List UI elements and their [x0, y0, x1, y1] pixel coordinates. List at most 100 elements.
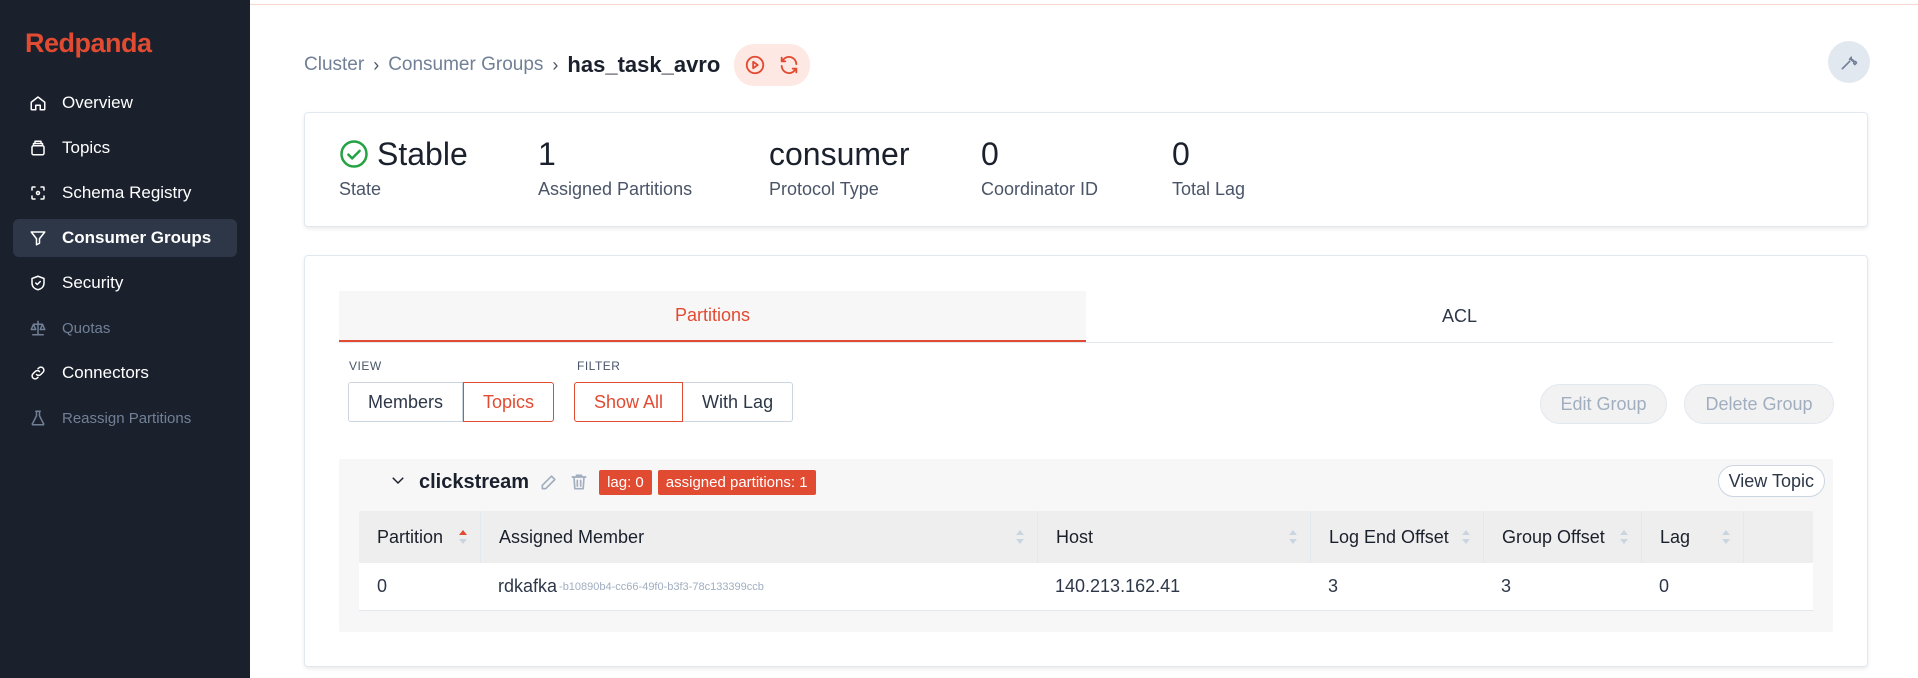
view-toggle: Members Topics — [348, 382, 555, 422]
cell-group-offset: 3 — [1501, 576, 1512, 596]
column-host[interactable]: Host — [1037, 511, 1310, 563]
cell-lag: 0 — [1659, 576, 1670, 596]
pencil-icon[interactable] — [539, 472, 559, 492]
sidebar-item-label: Quotas — [62, 319, 111, 337]
breadcrumb-cluster[interactable]: Cluster — [304, 54, 364, 76]
assigned-partitions-label: Assigned Partitions — [538, 179, 693, 200]
schema-icon — [28, 183, 48, 203]
sidebar-item-security[interactable]: Security — [13, 264, 237, 302]
sidebar: Redpanda Overview Topics Schema Registry… — [0, 0, 250, 678]
view-members-button[interactable]: Members — [348, 382, 464, 422]
column-assigned-member[interactable]: Assigned Member — [480, 511, 1037, 563]
stat-assigned-partitions: 1 Assigned Partitions — [538, 135, 692, 200]
header-actions — [734, 44, 811, 86]
column-label: Group Offset — [1502, 526, 1605, 547]
column-label: Host — [1056, 526, 1094, 547]
table-header: Partition Assigned Member Host Log End O… — [359, 511, 1813, 563]
lag-badge: lag: 0 — [599, 469, 652, 495]
topic-panel: clickstream lag: 0 assigned partitions: … — [339, 459, 1833, 632]
wrench-icon — [1841, 56, 1858, 70]
column-label: Partition — [377, 526, 444, 547]
stat-coordinator-id: 0 Coordinator ID — [981, 135, 1098, 200]
home-icon — [28, 93, 48, 113]
page-title: has_task_avro — [567, 52, 721, 77]
filter-with-lag-button[interactable]: With Lag — [683, 382, 794, 422]
top-border — [250, 0, 1918, 5]
assigned-partitions-badge: assigned partitions: 1 — [657, 469, 816, 495]
sidebar-nav: Overview Topics Schema Registry Consumer… — [13, 84, 237, 444]
column-label: Lag — [1660, 526, 1691, 547]
beaker-icon — [28, 408, 48, 428]
cell-host: 140.213.162.41 — [1055, 576, 1181, 596]
filter-show-all-button[interactable]: Show All — [574, 382, 684, 422]
column-log-end-offset[interactable]: Log End Offset — [1310, 511, 1483, 563]
tab-acl[interactable]: ACL — [1086, 291, 1833, 342]
sort-icon — [1619, 529, 1629, 545]
column-label: Log End Offset — [1329, 526, 1449, 547]
sidebar-item-consumer-groups[interactable]: Consumer Groups — [13, 219, 237, 257]
assigned-partitions-value: 1 — [538, 136, 556, 172]
breadcrumb: Cluster › Consumer Groups › has_task_avr… — [304, 44, 811, 86]
check-circle-icon — [339, 139, 369, 169]
sort-icon — [1461, 529, 1471, 545]
brand-logo[interactable]: Redpanda — [25, 28, 152, 59]
chevron-down-icon[interactable] — [389, 471, 407, 494]
delete-group-button[interactable]: Delete Group — [1684, 384, 1834, 424]
chevron-right-icon: › — [373, 54, 380, 75]
cell-assigned-member: rdkafka -b10890b4-cc66-49f0-b3f3-78c13339… — [480, 563, 1037, 610]
column-partition[interactable]: Partition — [359, 511, 480, 563]
column-spacer — [1743, 511, 1813, 563]
total-lag-label: Total Lag — [1172, 179, 1246, 200]
sidebar-item-label: Topics — [62, 138, 111, 157]
cell-partition: 0 — [377, 576, 388, 596]
view-topic-button[interactable]: View Topic — [1717, 465, 1825, 497]
topic-header: clickstream lag: 0 assigned partitions: … — [389, 467, 816, 497]
refresh-button[interactable] — [774, 50, 804, 80]
scale-icon — [28, 318, 48, 338]
stat-total-lag: 0 Total Lag — [1172, 135, 1245, 200]
play-circle-icon — [746, 55, 765, 75]
link-icon — [28, 363, 48, 383]
total-lag-value: 0 — [1172, 136, 1190, 172]
edit-group-button[interactable]: Edit Group — [1540, 384, 1667, 424]
sidebar-item-reassign-partitions: Reassign Partitions — [13, 399, 237, 437]
refresh-icon — [781, 56, 798, 74]
breadcrumb-consumer-groups[interactable]: Consumer Groups — [388, 54, 543, 76]
sidebar-item-label: Reassign Partitions — [62, 409, 192, 427]
sidebar-item-quotas: Quotas — [13, 309, 237, 347]
sidebar-item-label: Overview — [62, 93, 133, 112]
view-topics-button[interactable]: Topics — [463, 382, 555, 422]
collection-icon — [28, 138, 48, 158]
tab-bar: Partitions ACL — [339, 291, 1833, 343]
stat-state: Stable State — [339, 135, 468, 200]
topic-name[interactable]: clickstream — [419, 471, 529, 494]
protocol-type-value: consumer — [769, 136, 910, 172]
stat-protocol-type: consumer Protocol Type — [769, 135, 910, 200]
sidebar-item-label: Security — [62, 273, 124, 292]
column-lag[interactable]: Lag — [1641, 511, 1743, 563]
sidebar-item-schema-registry[interactable]: Schema Registry — [13, 174, 237, 212]
sidebar-item-overview[interactable]: Overview — [13, 84, 237, 122]
funnel-icon — [28, 228, 48, 248]
coordinator-id-value: 0 — [981, 136, 999, 172]
sidebar-item-label: Schema Registry — [62, 183, 192, 202]
protocol-type-label: Protocol Type — [769, 179, 879, 200]
sidebar-item-connectors[interactable]: Connectors — [13, 354, 237, 392]
cell-log-end-offset: 3 — [1328, 576, 1339, 596]
tab-partitions[interactable]: Partitions — [339, 291, 1086, 342]
sidebar-item-label: Consumer Groups — [62, 228, 212, 247]
member-name: rdkafka — [498, 576, 558, 596]
trash-icon[interactable] — [569, 472, 589, 492]
partitions-table: Partition Assigned Member Host Log End O… — [359, 511, 1813, 611]
filter-label: FILTER — [577, 359, 621, 373]
state-label: State — [339, 179, 382, 200]
filter-toggle: Show All With Lag — [574, 382, 794, 422]
play-button[interactable] — [740, 50, 770, 80]
settings-button[interactable] — [1828, 41, 1870, 83]
sidebar-item-topics[interactable]: Topics — [13, 129, 237, 167]
column-group-offset[interactable]: Group Offset — [1483, 511, 1641, 563]
group-stats-card: Stable State 1 Assigned Partitions consu… — [304, 112, 1868, 227]
sort-asc-icon — [458, 529, 468, 545]
column-label: Assigned Member — [499, 526, 645, 547]
table-row: 0 rdkafka -b10890b4-cc66-49f0-b3f3-78c133… — [359, 563, 1813, 611]
